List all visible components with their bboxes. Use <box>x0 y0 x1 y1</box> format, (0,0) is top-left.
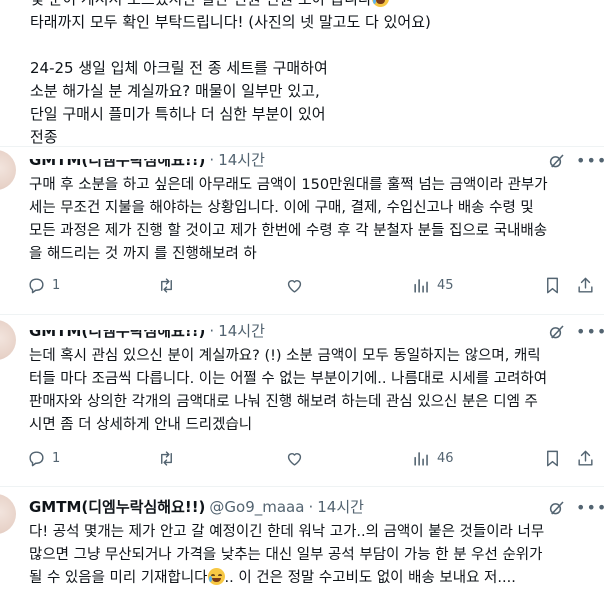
display-name[interactable]: GMTM(디엠누락심해요!!) <box>29 330 205 341</box>
reply-button[interactable]: 1 <box>27 449 60 468</box>
more-icon[interactable]: ••• <box>576 153 604 169</box>
like-button[interactable] <box>285 449 310 468</box>
tweet-text: 구매 후 소분을 하고 싶은데 아무래도 금액이 150만원대를 훌쩍 넘는 금… <box>29 174 601 266</box>
crying-laughing-emoji-icon <box>207 568 225 585</box>
post-header: GMTM(디엠누락심해요!!) · 14시간 <box>29 321 265 341</box>
display-name[interactable]: GMTM(디엠누락심해요!!) <box>29 497 205 517</box>
reply-icon <box>29 278 44 294</box>
separator-dot: · <box>209 151 215 169</box>
reply-count: 1 <box>52 278 61 293</box>
tweet-text-line: 24-25 생일 입체 아크릴 전 종 세트를 구매하여 <box>30 59 328 77</box>
tweet-text-line: 구매 후 소분을 하고 싶은데 아무래도 금액이 150만원대를 훌쩍 넘는 금… <box>29 177 548 193</box>
tweet-text-line: 터들 마다 조금씩 다릅니다. 이는 어쩔 수 없는 부분이기에.. 나름대로 … <box>29 371 548 387</box>
tweet-text-line: 는데 혹시 관심 있으신 분이 계실까요? (!) 소분 금액이 모두 동일하지… <box>29 348 541 364</box>
tweet-text: 다! 공석 몇개는 제가 안고 갈 예정이긴 한데 워낙 고가..의 금액이 붙… <box>29 521 601 590</box>
share-icon <box>578 277 593 293</box>
reply-icon <box>29 451 44 467</box>
views-icon <box>414 452 428 466</box>
reply-count: 1 <box>52 451 61 466</box>
grok-icon[interactable] <box>548 323 566 341</box>
views-button[interactable]: 45 <box>412 276 454 295</box>
separator-dot: · <box>308 498 314 516</box>
timestamp[interactable]: 14시간 <box>218 321 265 341</box>
tweet-text-line: 시면 좀 더 상세하게 안내 드리겠습니 <box>29 417 253 433</box>
avatar[interactable] <box>0 150 16 190</box>
tweet-text-line: 다! 공석 몇개는 제가 안고 갈 예정이긴 한데 워낙 고가..의 금액이 붙… <box>29 524 545 540</box>
reply-button[interactable]: 1 <box>27 276 60 295</box>
views-icon <box>414 279 428 293</box>
view-count: 45 <box>437 278 454 293</box>
bookmark-button[interactable] <box>543 276 562 295</box>
bookmark-icon <box>547 450 558 467</box>
divider <box>0 314 604 315</box>
views-button[interactable]: 46 <box>412 449 454 468</box>
view-count: 46 <box>437 451 454 466</box>
more-icon[interactable]: ••• <box>576 500 604 516</box>
post-header: GMTM(디엠누락심해요!!) @Go9_maaa · 14시간 <box>29 497 364 517</box>
like-button[interactable] <box>285 276 310 295</box>
tweet-text-line: 을 해드리는 것 까지 를 진행해보려 하 <box>29 246 257 262</box>
repost-icon <box>161 451 172 466</box>
tweet-text: 는데 혹시 관심 있으신 분이 계실까요? (!) 소분 금액이 모두 동일하지… <box>29 345 601 437</box>
bookmark-button[interactable] <box>543 449 562 468</box>
tweet-text-line: 많으면 그냥 무산되거나 가격을 낮추는 대신 일부 공석 부담이 가능 한 분… <box>29 547 543 563</box>
heart-icon <box>287 453 302 466</box>
share-icon <box>578 450 593 466</box>
tweet-text-line: 단일 구매시 플미가 특히나 더 심한 부분이 있어 <box>30 105 326 123</box>
tweet-text-line: 모든 과정은 제가 진행 할 것이고 제가 한번에 수령 후 각 분철자 분들 … <box>29 223 548 239</box>
divider <box>0 486 604 487</box>
tweet-text-line: 세는 무조건 지불을 해야하는 상황입니다. 이에 구매, 결제, 수입신고나 … <box>29 200 534 216</box>
tweet-text-line: 소분 해가실 분 계실까요? 매물이 일부만 있고, <box>30 82 320 100</box>
share-button[interactable] <box>576 276 595 295</box>
avatar[interactable] <box>0 320 16 360</box>
heart-icon <box>287 280 302 293</box>
more-icon[interactable]: ••• <box>576 324 604 340</box>
previous-tweet-text: 몇 분이 계셔서 모르셨지만 일단 인원 인원 모아 봅니다 타래까지 모두 확… <box>30 0 590 149</box>
repost-button[interactable] <box>157 276 182 295</box>
post-header: GMTM(디엠누락심해요!!) · 14시간 <box>29 150 265 170</box>
timestamp[interactable]: 14시간 <box>218 150 265 170</box>
tweet-text-line: 될 수 있음을 미리 기재합니다.. 이 건은 정말 수고비도 없이 배송 보내… <box>29 568 516 586</box>
grok-icon[interactable] <box>548 152 566 170</box>
action-bar: 1 45 <box>0 276 604 300</box>
timestamp[interactable]: 14시간 <box>317 497 364 517</box>
handle[interactable]: @Go9_maaa <box>209 497 304 517</box>
action-bar: 1 46 <box>0 449 604 473</box>
bookmark-icon <box>547 277 558 294</box>
tweet-text-line: 몇 분이 계셔서 모르셨지만 일단 인원 인원 모아 봅니다 <box>30 0 590 11</box>
display-name[interactable]: GMTM(디엠누락심해요!!) <box>29 159 205 170</box>
crying-laughing-emoji-icon <box>371 0 389 7</box>
tweet-text-line: 타래까지 모두 확인 부탁드립니다! (사진의 넷 말고도 다 있어요) <box>30 13 431 31</box>
separator-dot: · <box>209 322 215 340</box>
repost-button[interactable] <box>157 449 182 468</box>
tweet-text-line: 판매자와 상의한 각개의 금액대로 나눠 진행 해보려 하는데 관심 있으신 분… <box>29 394 538 410</box>
grok-icon[interactable] <box>548 499 566 517</box>
repost-icon <box>161 278 172 293</box>
avatar[interactable] <box>0 494 16 534</box>
divider <box>0 146 604 147</box>
share-button[interactable] <box>576 449 595 468</box>
